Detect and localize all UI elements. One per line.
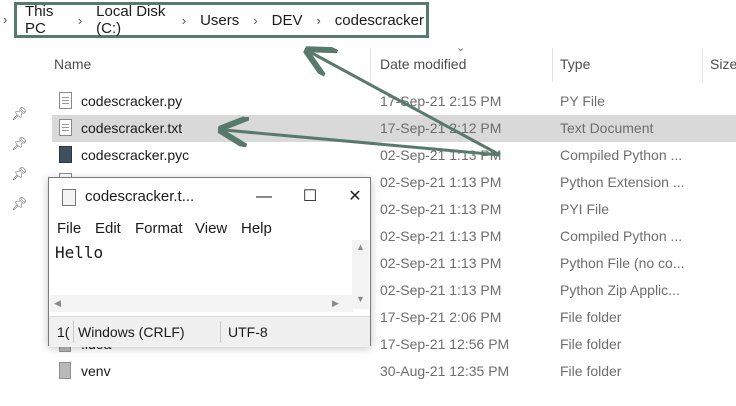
scroll-down-icon[interactable]: ▼	[356, 294, 365, 304]
status-cursor-position: 1(	[57, 324, 70, 340]
notepad-content[interactable]: Hello	[55, 243, 103, 262]
menu-file[interactable]: File	[57, 220, 81, 237]
close-button[interactable]: ✕	[335, 184, 375, 210]
minimize-button[interactable]: —	[244, 184, 284, 210]
notepad-icon	[62, 189, 76, 206]
status-divider	[73, 321, 74, 343]
menu-help[interactable]: Help	[241, 220, 272, 237]
menu-format[interactable]: Format	[135, 220, 183, 237]
scroll-right-icon[interactable]: ▶	[332, 298, 339, 309]
notepad-status-bar: 1( Windows (CRLF) UTF-8	[49, 316, 370, 347]
menu-edit[interactable]: Edit	[95, 220, 121, 237]
maximize-button[interactable]: ☐	[290, 184, 330, 210]
status-line-ending: Windows (CRLF)	[78, 324, 185, 340]
status-divider	[220, 321, 221, 343]
vertical-scrollbar[interactable]: ▲ ▼	[352, 240, 369, 309]
horizontal-scrollbar[interactable]: ◀ ▶	[50, 295, 353, 312]
notepad-menu-bar: File Edit Format View Help	[49, 218, 370, 240]
scroll-up-icon[interactable]: ▲	[356, 242, 365, 252]
status-encoding: UTF-8	[228, 324, 268, 340]
notepad-text-area[interactable]: Hello	[50, 240, 353, 292]
notepad-title-bar[interactable]: codescracker.t... — ☐ ✕	[49, 178, 370, 216]
scroll-left-icon[interactable]: ◀	[54, 298, 61, 309]
notepad-window[interactable]: codescracker.t... — ☐ ✕ File Edit Format…	[48, 177, 371, 347]
menu-view[interactable]: View	[195, 220, 227, 237]
notepad-title: codescracker.t...	[85, 188, 195, 205]
